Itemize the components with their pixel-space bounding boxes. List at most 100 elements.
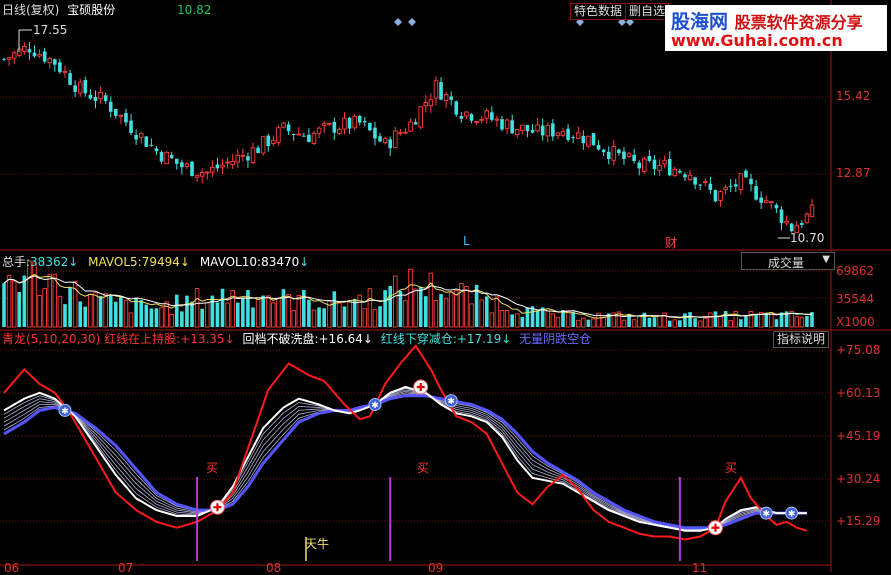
volume-bar-up: [621, 319, 627, 328]
indicator-fan-line: [3, 393, 807, 529]
volume-bar-down: [139, 300, 144, 327]
candle-up: [321, 123, 327, 126]
candle-up: [220, 164, 225, 168]
volume-bar-up: [266, 295, 271, 328]
indicator-help-button[interactable]: 指标说明: [773, 331, 830, 348]
stock-chart[interactable]: ✱ ✱ ✱ ✱ ✱: [0, 0, 891, 572]
candle-down: [591, 133, 596, 146]
volume-bar-up: [601, 316, 606, 328]
candle-down: [190, 161, 194, 177]
volume-bar-down: [383, 290, 387, 327]
volume-bar-up: [636, 315, 642, 328]
volume-bar-up: [591, 318, 596, 328]
candle-up: [260, 136, 266, 154]
candle-up: [337, 129, 342, 135]
volume-bar-down: [439, 294, 443, 327]
indicator-item3-value: +17.19: [456, 332, 502, 346]
star-marker-icon: ✱: [788, 510, 796, 520]
candle-down: [652, 159, 657, 170]
volume-bar-up: [479, 299, 484, 328]
x-tick: 08: [266, 561, 282, 575]
candle-up: [342, 117, 347, 130]
volume-bar-down: [423, 296, 428, 327]
candle-down: [632, 154, 636, 162]
volume-bar-down: [235, 302, 240, 327]
candle-up: [138, 133, 144, 138]
volume-bar-down: [68, 287, 72, 327]
feature-data-button[interactable]: 特色数据: [570, 3, 627, 20]
candle-down: [617, 149, 621, 154]
candle-up: [560, 131, 566, 136]
total-volume-label: 总手:: [2, 255, 31, 269]
candle-down: [693, 177, 697, 185]
candle-down: [754, 186, 758, 200]
volume-bar-up: [32, 262, 37, 328]
candle-down: [667, 159, 672, 176]
candle-down: [454, 101, 459, 115]
low-price-label: 10.70: [790, 231, 825, 245]
candle-down: [378, 136, 382, 142]
volume-bar-down: [418, 286, 423, 327]
volume-bar-down: [83, 306, 88, 327]
volume-bar-down: [98, 296, 103, 327]
volume-bar-down: [398, 290, 403, 327]
volume-bar-up: [47, 273, 52, 328]
volume-bar-down: [78, 301, 83, 327]
candle-down: [779, 209, 784, 224]
indicator-select[interactable]: 成交量 ▼: [741, 252, 835, 270]
candle-up: [276, 127, 281, 143]
candle-down: [490, 112, 494, 120]
volume-bar-down: [180, 311, 184, 327]
volume-bar-down: [744, 315, 748, 327]
volume-bar-up: [205, 302, 210, 328]
candle-down: [733, 184, 738, 187]
candle-down: [708, 183, 713, 190]
volume-bar-up: [545, 310, 550, 328]
candle-up: [545, 124, 550, 137]
volume-bar-up: [657, 315, 662, 328]
candle-up: [464, 111, 469, 117]
volume-bar-up: [159, 307, 164, 328]
volume-bar-down: [174, 294, 179, 327]
remove-favorite-button[interactable]: 删自选: [625, 3, 670, 20]
candle-down: [698, 184, 703, 186]
volume-bar-up: [11, 280, 17, 328]
volume-bar-up: [555, 317, 561, 328]
event-diamond-icon: [394, 18, 402, 26]
candle-up: [662, 160, 667, 165]
indicator-tick: +75.08: [836, 343, 881, 357]
candle-down: [363, 121, 367, 123]
candle-up: [418, 106, 423, 128]
period-label: 日线(复权): [2, 3, 60, 17]
candle-down: [246, 156, 250, 161]
total-volume-value: 38362: [30, 255, 69, 269]
volume-bar-up: [128, 312, 134, 328]
candle-down: [388, 139, 393, 149]
volume-bar-up: [169, 313, 174, 328]
volume-bar-up: [469, 303, 474, 328]
volume-bar-down: [520, 316, 525, 327]
volume-bar-down: [754, 313, 758, 327]
volume-bar-up: [357, 294, 362, 328]
mavol10-value: 83470: [261, 255, 300, 269]
candle-up: [718, 191, 723, 201]
candle-down: [581, 135, 586, 144]
volume-bar-down: [388, 285, 393, 327]
volume-bar-down: [261, 295, 265, 327]
indicator-fan-line: [3, 389, 807, 531]
candle-up: [809, 204, 815, 218]
candle-down: [108, 101, 113, 112]
buy-label: 买: [206, 461, 219, 475]
candle-down: [500, 119, 504, 130]
candle-down: [601, 149, 606, 153]
chart-markers: [18, 18, 790, 239]
volume-bar-down: [652, 317, 657, 327]
volume-bar-up: [672, 319, 678, 328]
volume-bar-up: [408, 268, 413, 328]
volume-bar-down: [332, 291, 337, 327]
x-tick: 09: [428, 561, 444, 575]
volume-bar-up: [271, 302, 276, 328]
volume-bar-up: [372, 309, 378, 328]
x-tick: 07: [118, 561, 134, 575]
volume-bar-up: [575, 319, 581, 328]
